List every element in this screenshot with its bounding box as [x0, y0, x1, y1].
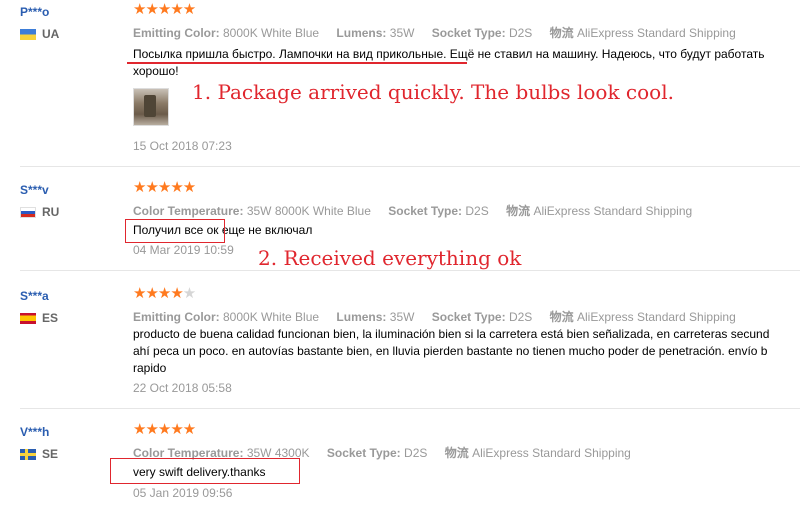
country-code: SE — [42, 447, 59, 461]
reviewer-name[interactable]: V***h — [20, 425, 49, 439]
rating-stars: ★★★★★ — [133, 179, 196, 196]
review-date: 22 Oct 2018 05:58 — [133, 381, 232, 395]
divider — [20, 270, 800, 271]
review-photo-thumbnail[interactable] — [133, 88, 169, 126]
country-code: UA — [42, 27, 60, 41]
reviewer-country: SE — [20, 447, 58, 461]
star-icon: ★★★★ — [133, 285, 184, 302]
annotation-underline — [127, 62, 467, 64]
review-date: 04 Mar 2019 10:59 — [133, 243, 234, 257]
flag-ua-icon — [20, 28, 36, 40]
reviewer-name[interactable]: S***a — [20, 289, 49, 303]
reviewer-country: RU — [20, 205, 59, 219]
reviewer-country: ES — [20, 311, 58, 325]
star-icon: ★★★★★ — [133, 179, 196, 196]
flag-ru-icon — [20, 206, 36, 218]
reviewer-name[interactable]: P***o — [20, 5, 49, 19]
annotation-box — [125, 219, 225, 243]
flag-se-icon — [20, 448, 36, 460]
divider — [20, 408, 800, 409]
star-icon: ★★★★★ — [133, 421, 196, 438]
country-code: ES — [42, 311, 59, 325]
rating-stars: ★★★★★ — [133, 285, 196, 302]
star-icon: ★★★★★ — [133, 1, 196, 18]
rating-stars: ★★★★★ — [133, 421, 196, 438]
review-date: 05 Jan 2019 09:56 — [133, 486, 233, 500]
reviewer-country: UA — [20, 27, 59, 41]
rating-stars: ★★★★★ — [133, 1, 196, 18]
annotation-box — [110, 458, 300, 484]
divider — [20, 166, 800, 167]
sku-attributes: Emitting Color: 8000K White Blue Lumens:… — [133, 26, 736, 40]
star-empty-icon: ★ — [182, 285, 196, 302]
country-code: RU — [42, 205, 60, 219]
annotation-2: 2. Received everything ok — [258, 246, 522, 270]
reviewer-name[interactable]: S***v — [20, 183, 49, 197]
review-text: producto de buena calidad funcionan bien… — [133, 327, 770, 375]
sku-attributes: Emitting Color: 8000K White Blue Lumens:… — [133, 310, 736, 324]
review-date: 15 Oct 2018 07:23 — [133, 139, 232, 153]
annotation-1: 1. Package arrived quickly. The bulbs lo… — [192, 80, 674, 104]
flag-es-icon — [20, 312, 36, 324]
sku-attributes: Color Temperature: 35W 8000K White Blue … — [133, 204, 693, 218]
